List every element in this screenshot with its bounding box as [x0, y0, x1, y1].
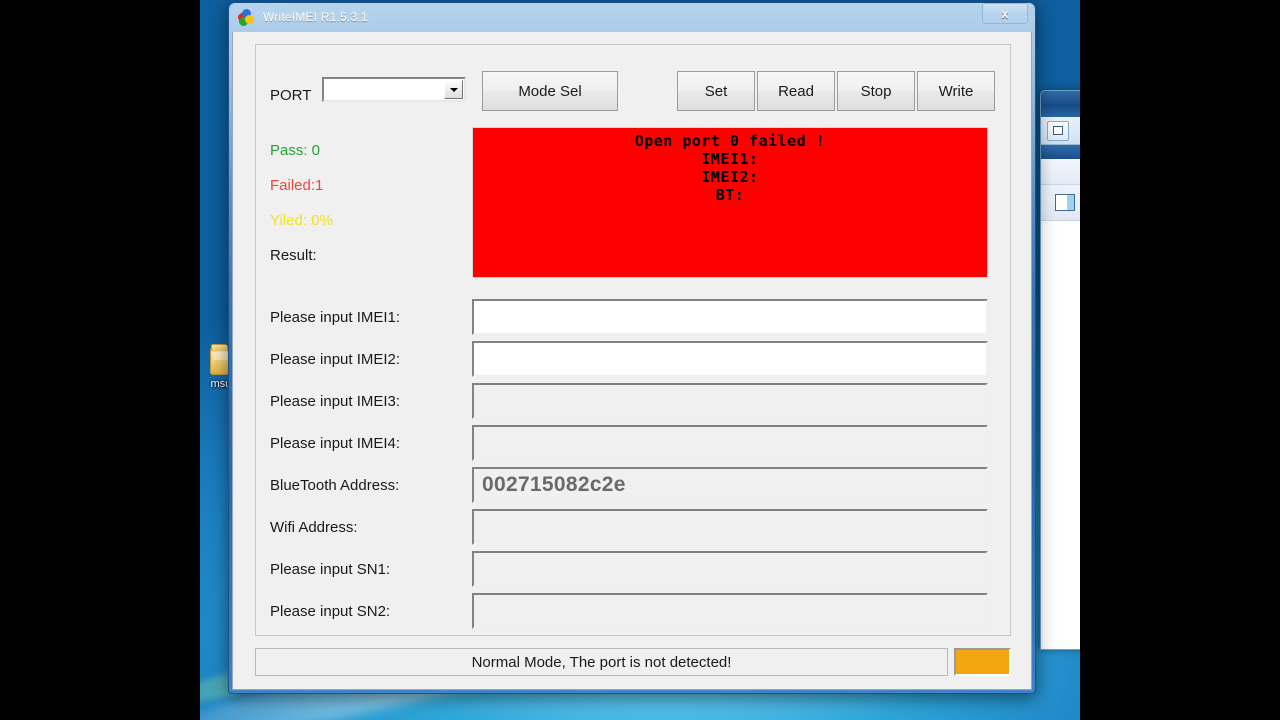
imei3-input[interactable] [472, 383, 988, 419]
wifi-address-label: Wifi Address: [270, 519, 358, 536]
mode-sel-button[interactable]: Mode Sel [482, 71, 618, 111]
port-label: PORT [270, 87, 312, 104]
screen: msung WriteIMEI R1.5.3.1 x PORT Mode Sel… [0, 0, 1280, 720]
yield-counter: Yiled: 0% [270, 212, 333, 229]
close-icon[interactable]: x [982, 3, 1028, 24]
status-indicator [954, 648, 1011, 676]
failed-counter: Failed:1 [270, 177, 324, 194]
form-row-imei3: Please input IMEI3: [256, 383, 1010, 425]
console-line: IMEI2: [701, 168, 759, 186]
background-window-body [1041, 221, 1080, 649]
imei3-label: Please input IMEI3: [270, 393, 401, 410]
pinwheel-icon [238, 8, 255, 26]
form-row-wifi: Wifi Address: [256, 509, 1010, 551]
imei4-input[interactable] [472, 425, 988, 461]
form-row-bluetooth: BlueTooth Address: 002715082c2e [256, 467, 1010, 509]
statusbar: Normal Mode, The port is not detected! [255, 648, 1011, 676]
letterbox-left [0, 0, 200, 720]
console-line: Open port 0 failed ! [634, 132, 826, 150]
chevron-down-icon[interactable] [444, 80, 463, 99]
imei1-label: Please input IMEI1: [270, 309, 401, 326]
form-row-imei4: Please input IMEI4: [256, 425, 1010, 467]
background-window-titlebar [1041, 91, 1080, 117]
wifi-address-input[interactable] [472, 509, 988, 545]
set-button[interactable]: Set [677, 71, 755, 111]
result-label: Result: [270, 247, 317, 264]
stop-button[interactable]: Stop [837, 71, 915, 111]
imei1-input[interactable] [472, 299, 988, 335]
sn1-input[interactable] [472, 551, 988, 587]
form-row-sn2: Please input SN2: [256, 593, 1010, 635]
sn2-label: Please input SN2: [270, 603, 391, 620]
titlebar[interactable]: WriteIMEI R1.5.3.1 x [228, 2, 1036, 32]
window-client-area: PORT Mode Sel Set Read Stop Write Pass: … [232, 32, 1032, 690]
port-select[interactable] [322, 77, 466, 102]
console-output-panel: Open port 0 failed ! IMEI1: IMEI2: BT: [472, 127, 988, 278]
imei2-label: Please input IMEI2: [270, 351, 401, 368]
background-window-maximize-icon[interactable] [1047, 120, 1069, 141]
background-window-accent-bar [1041, 145, 1080, 159]
sn2-input[interactable] [472, 593, 988, 629]
bluetooth-address-input[interactable]: 002715082c2e [472, 467, 988, 503]
imei4-label: Please input IMEI4: [270, 435, 401, 452]
background-window-toolbar [1041, 117, 1080, 145]
background-window-row [1041, 185, 1080, 221]
sn1-label: Please input SN1: [270, 561, 391, 578]
window-title: WriteIMEI R1.5.3.1 [263, 10, 368, 24]
status-message: Normal Mode, The port is not detected! [255, 648, 948, 676]
console-line: IMEI1: [701, 150, 759, 168]
background-window[interactable] [1040, 90, 1080, 650]
bluetooth-address-label: BlueTooth Address: [270, 477, 400, 494]
pass-counter: Pass: 0 [270, 142, 321, 159]
form-row-sn1: Please input SN1: [256, 551, 1010, 593]
write-button[interactable]: Write [917, 71, 995, 111]
read-button[interactable]: Read [757, 71, 835, 111]
form-row-imei2: Please input IMEI2: [256, 341, 1010, 383]
port-select-value [324, 79, 443, 100]
background-window-strip [1041, 159, 1080, 185]
letterbox-right [1080, 0, 1280, 720]
window-pane-icon [1055, 194, 1075, 211]
writeimei-window: WriteIMEI R1.5.3.1 x PORT Mode Sel Set R… [228, 2, 1036, 694]
main-group-panel: PORT Mode Sel Set Read Stop Write Pass: … [255, 44, 1011, 636]
imei2-input[interactable] [472, 341, 988, 377]
bluetooth-address-value: 002715082c2e [482, 473, 626, 496]
console-line: BT: [715, 186, 745, 204]
form-row-imei1: Please input IMEI1: [256, 299, 1010, 341]
